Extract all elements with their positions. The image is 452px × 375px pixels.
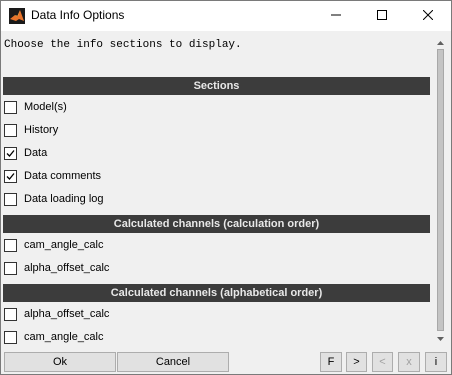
maximize-button[interactable] <box>359 1 405 31</box>
checkbox-label: alpha_offset_calc <box>24 308 110 320</box>
checkbox-label: cam_angle_calc <box>24 331 104 343</box>
section-header-alpha-order: Calculated channels (alphabetical order) <box>3 284 430 302</box>
x-button[interactable]: x <box>398 352 420 372</box>
vertical-scrollbar[interactable] <box>432 35 449 348</box>
next-button[interactable]: > <box>346 352 367 372</box>
checkbox-label: History <box>24 124 59 136</box>
close-icon <box>422 7 434 25</box>
scroll-down-icon <box>437 336 444 341</box>
scroll-up-icon <box>437 40 444 45</box>
minimize-icon <box>331 7 341 25</box>
checkmark-icon <box>6 172 15 180</box>
checkbox-row-data-comments[interactable]: Data comments <box>4 168 101 184</box>
checkbox-label: cam_angle_calc <box>24 239 104 251</box>
data-loading-log-checkbox[interactable] <box>4 192 17 206</box>
scroll-down-button[interactable] <box>432 333 449 344</box>
checkbox-label: Data loading log <box>24 193 104 205</box>
cam-angle-calc-checkbox[interactable] <box>4 330 17 344</box>
prompt-text: Choose the info sections to display. <box>4 39 242 51</box>
section-header-calc-order: Calculated channels (calculation order) <box>3 215 430 233</box>
checkbox-label: alpha_offset_calc <box>24 262 110 274</box>
models-checkbox[interactable] <box>4 100 17 114</box>
checkbox-row-alpha-offset-calc-alpha[interactable]: alpha_offset_calc <box>4 306 109 322</box>
title-bar[interactable]: Data Info Options <box>1 1 451 31</box>
previous-button[interactable]: < <box>372 352 393 372</box>
data-checkbox[interactable] <box>4 146 17 160</box>
scrollbar-thumb[interactable] <box>437 49 444 331</box>
section-header-sections: Sections <box>3 77 430 95</box>
checkbox-row-alpha-offset-calc[interactable]: alpha_offset_calc <box>4 260 109 276</box>
first-button[interactable]: F <box>320 352 342 372</box>
checkbox-row-data[interactable]: Data <box>4 145 47 161</box>
history-checkbox[interactable] <box>4 123 17 137</box>
checkbox-label: Data <box>24 147 48 159</box>
cancel-button[interactable]: Cancel <box>117 352 229 372</box>
window-title: Data Info Options <box>31 8 125 22</box>
close-button[interactable] <box>405 1 451 31</box>
checkbox-label: Data comments <box>24 170 102 182</box>
scroll-up-button[interactable] <box>432 37 449 48</box>
checkbox-label: Model(s) <box>24 101 67 113</box>
alpha-offset-calc-checkbox[interactable] <box>4 307 17 321</box>
matlab-app-icon <box>9 8 25 24</box>
info-button[interactable]: i <box>425 352 447 372</box>
checkbox-row-cam-angle-calc-alpha[interactable]: cam_angle_calc <box>4 329 104 345</box>
minimize-button[interactable] <box>313 1 359 31</box>
data-info-options-window: Data Info Options Choose the info sectio… <box>0 0 452 375</box>
checkmark-icon <box>6 149 15 157</box>
checkbox-row-cam-angle-calc[interactable]: cam_angle_calc <box>4 237 104 253</box>
maximize-icon <box>377 7 387 25</box>
data-comments-checkbox[interactable] <box>4 169 17 183</box>
checkbox-row-data-loading-log[interactable]: Data loading log <box>4 191 104 207</box>
checkbox-row-history[interactable]: History <box>4 122 58 138</box>
cam-angle-calc-checkbox[interactable] <box>4 238 17 252</box>
checkbox-row-models[interactable]: Model(s) <box>4 99 67 115</box>
ok-button[interactable]: Ok <box>4 352 116 372</box>
alpha-offset-calc-checkbox[interactable] <box>4 261 17 275</box>
